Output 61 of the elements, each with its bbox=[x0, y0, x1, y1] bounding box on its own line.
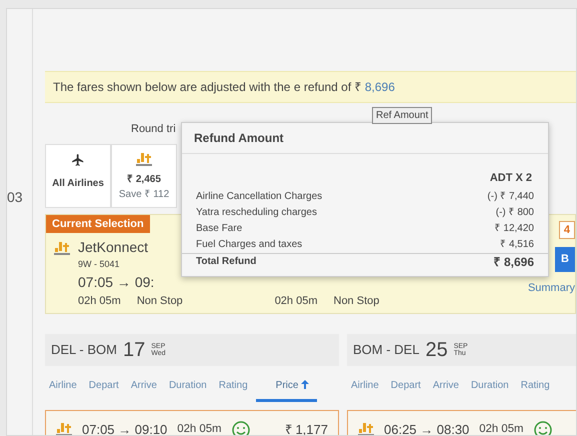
airline-logo-icon bbox=[358, 422, 374, 435]
flight-times: 07:05 → 09:10 bbox=[82, 420, 168, 435]
summary-link[interactable]: Summary bbox=[528, 280, 575, 296]
sort-tab[interactable]: Arrive bbox=[428, 374, 467, 402]
magnified-text: e refund of ₹ bbox=[294, 80, 363, 94]
fare-value: (-) ₹ 7,440 bbox=[487, 190, 534, 204]
airline-logo-icon bbox=[54, 242, 70, 256]
sort-tab[interactable]: Rating bbox=[214, 374, 256, 402]
row-number: 03 bbox=[7, 188, 24, 207]
refund-amount-link[interactable]: 8,696 bbox=[364, 80, 395, 94]
fare-label: Base Fare bbox=[196, 222, 242, 236]
sort-tab[interactable]: Duration bbox=[466, 374, 517, 402]
smiley-icon bbox=[232, 420, 250, 435]
column-header: ADT X 2 bbox=[488, 171, 533, 186]
fare-value: (-) ₹ 800 bbox=[496, 206, 534, 220]
airline-logo-icon bbox=[56, 422, 72, 435]
fare-label: Fuel Charges and taxes bbox=[196, 238, 302, 252]
trip-label: Round tri bbox=[131, 122, 177, 137]
fare-value: ₹ 8,696 bbox=[494, 254, 534, 270]
stops-text: Non Stop bbox=[334, 294, 380, 308]
filter-price: ₹ 2,465 bbox=[126, 172, 162, 186]
filter-label: All Airlines bbox=[51, 176, 105, 190]
book-button[interactable]: B bbox=[555, 247, 575, 272]
airline-logo-icon bbox=[136, 152, 152, 167]
flight-number: 9W - 5041 bbox=[78, 258, 120, 271]
sort-tab[interactable]: Airline bbox=[45, 374, 85, 402]
duration-text: 02h 05m bbox=[78, 294, 121, 308]
sort-tab[interactable]: Arrive bbox=[126, 374, 165, 402]
save-text: Save ₹ 112 bbox=[118, 188, 170, 202]
stops-text: Non Stop bbox=[136, 294, 183, 308]
flight-times: 07:05 → 09: bbox=[78, 272, 156, 292]
fare-label: Total Refund bbox=[196, 254, 256, 268]
plane-icon bbox=[71, 152, 85, 167]
date-day: 25 bbox=[425, 334, 448, 364]
duration-text: 02h 05m bbox=[479, 422, 524, 435]
tooltip: Ref Amount bbox=[372, 107, 432, 124]
smiley-icon bbox=[534, 420, 552, 435]
notice-text: The fares shown below are adjusted with the bbox=[53, 80, 292, 94]
airline-name: JetKonnect bbox=[78, 238, 148, 257]
airline-filter-tab[interactable]: All Airlines bbox=[45, 144, 111, 208]
sort-tab[interactable]: Rating bbox=[516, 374, 558, 402]
fare-label: Airline Cancellation Charges bbox=[196, 190, 322, 204]
sort-tab[interactable]: Duration bbox=[164, 374, 215, 402]
sort-tab[interactable]: Depart bbox=[84, 374, 127, 402]
route-text: BOM - DEL bbox=[353, 340, 420, 359]
fare-label: Yatra rescheduling charges bbox=[196, 206, 317, 220]
fare-value: ₹ 4,516 bbox=[500, 238, 534, 252]
route-text: DEL - BOM bbox=[51, 340, 117, 359]
sort-tab[interactable]: Airline bbox=[347, 374, 387, 402]
fare-value: ₹ 12,420 bbox=[494, 222, 534, 236]
flight-row[interactable]: 06:25 → 08:30 02h 05m bbox=[347, 410, 576, 435]
arrow-up-icon bbox=[301, 380, 310, 390]
airline-filter-tab[interactable]: ₹ 2,465 Save ₹ 112 bbox=[111, 144, 177, 208]
flight-times: 06:25 → 08:30 bbox=[384, 420, 470, 435]
sort-tab[interactable]: Price bbox=[256, 374, 318, 402]
duration-text: 02h 05m bbox=[177, 422, 222, 435]
sort-tab[interactable]: Depart bbox=[386, 374, 429, 402]
date-day: 17 bbox=[122, 334, 146, 364]
duration-text: 02h 05m bbox=[274, 294, 318, 308]
current-selection-badge: Current Selection bbox=[46, 214, 150, 233]
fare-tag: 4 bbox=[558, 220, 575, 239]
